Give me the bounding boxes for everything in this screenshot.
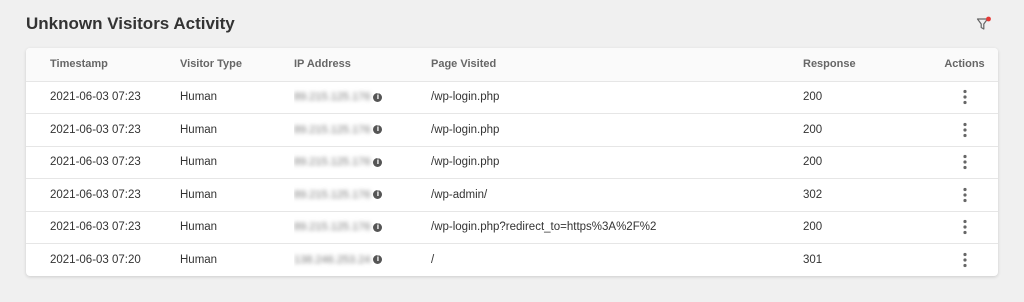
actions-cell xyxy=(931,211,998,244)
ip-address-cell: 89.215.125.176 i xyxy=(294,178,431,212)
visitor-type-cell: Human xyxy=(180,211,294,244)
more-actions-icon[interactable] xyxy=(957,153,973,171)
response-cell: 200 xyxy=(803,113,931,147)
column-header-actions: Actions xyxy=(931,48,998,82)
timestamp-cell: 2021-06-03 07:23 xyxy=(26,146,180,179)
timestamp-cell: 2021-06-03 07:20 xyxy=(50,254,141,266)
more-actions-icon[interactable] xyxy=(957,251,973,269)
table-row: 2021-06-03 07:23 Human 89.215.125.176 i/wp-… xyxy=(26,211,998,244)
more-actions-icon[interactable] xyxy=(957,186,973,204)
response-cell: 200 xyxy=(803,211,931,244)
ip-address-cell: 89.215.125.176 i xyxy=(294,81,431,114)
response-cell: 200 xyxy=(803,146,931,179)
column-header-page-visited: Page Visited xyxy=(431,48,803,82)
table-row: 2021-06-03 07:23 Human 89.215.125.176 i/wp-… xyxy=(26,81,998,114)
info-icon[interactable]: i xyxy=(373,157,383,167)
column-header-visitor-type: Visitor Type xyxy=(180,48,294,82)
page-visited-cell: /wp-login.php xyxy=(431,146,803,179)
ip-address-cell: 89.215.125.176 i xyxy=(294,146,431,179)
visitors-table-card: Timestamp Visitor Type IP Address Page V… xyxy=(26,48,998,276)
ip-address-value: 89.215.125.176 xyxy=(294,91,371,104)
column-header-response: Response xyxy=(803,48,931,82)
table-row: 2021-06-03 07:23 Human 89.215.125.176 i/wp-… xyxy=(26,178,998,212)
page-visited-cell: /wp-admin/ xyxy=(431,178,803,212)
timestamp-cell: 2021-06-03 07:23 xyxy=(26,113,180,147)
ip-address-cell: 89.215.125.176 i xyxy=(294,113,431,147)
actions-cell xyxy=(931,81,998,114)
timestamp-cell: 2021-06-03 07:23 xyxy=(26,178,180,212)
ip-address-value: 89.215.125.176 xyxy=(294,123,371,136)
ip-address-value: 89.215.125.176 xyxy=(294,156,371,169)
more-actions-icon[interactable] xyxy=(957,88,973,106)
timestamp-cell: 2021-06-03 07:23 xyxy=(26,211,180,244)
filter-icon[interactable] xyxy=(976,16,992,32)
column-header-timestamp: Timestamp xyxy=(26,48,180,82)
ip-address-cell: 89.215.125.176 i xyxy=(294,211,431,244)
table-row: 2021-06-03 07:23 Human 89.215.125.176 i/wp-… xyxy=(26,146,998,179)
actions-cell xyxy=(931,113,998,147)
response-cell: 301 xyxy=(803,254,823,266)
ip-address-value: 89.215.125.176 xyxy=(294,188,371,201)
info-icon[interactable]: i xyxy=(373,125,383,135)
ip-address-value: 89.215.125.176 xyxy=(294,221,371,234)
response-cell: 302 xyxy=(803,178,931,212)
page-visited-cell: /wp-login.php xyxy=(431,113,803,147)
ip-address-cell: 138.246.253.24 i xyxy=(294,244,431,277)
page-title: Unknown Visitors Activity xyxy=(26,14,235,33)
info-icon[interactable]: i xyxy=(373,255,383,265)
response-cell: 200 xyxy=(803,81,931,114)
visitor-type-cell: Human xyxy=(180,178,294,212)
info-icon[interactable]: i xyxy=(373,92,383,102)
visitor-type-cell: Human xyxy=(180,254,218,266)
page-visited-cell: /wp-login.php xyxy=(431,81,803,114)
actions-cell xyxy=(931,146,998,179)
actions-cell xyxy=(931,244,998,277)
info-icon[interactable]: i xyxy=(373,190,383,200)
visitors-table: Timestamp Visitor Type IP Address Page V… xyxy=(26,48,998,276)
visitor-type-cell: Human xyxy=(180,81,294,114)
timestamp-cell: 2021-06-03 07:23 xyxy=(26,81,180,114)
column-header-ip-address: IP Address xyxy=(294,48,431,82)
ip-address-value: 138.246.253.24 xyxy=(294,253,371,266)
info-icon[interactable]: i xyxy=(373,222,383,232)
visitor-type-cell: Human xyxy=(180,113,294,147)
more-actions-icon[interactable] xyxy=(957,121,973,139)
page-visited-cell: / xyxy=(431,254,435,266)
actions-cell xyxy=(931,178,998,212)
page-header: Unknown Visitors Activity xyxy=(26,12,998,38)
page-visited-cell: /wp-login.php?redirect_to=https%3A%2F%2 xyxy=(431,211,803,244)
more-actions-icon[interactable] xyxy=(957,218,973,236)
table-row: 2021-06-03 07:23 Human 89.215.125.176 i/wp-… xyxy=(26,113,998,147)
table-header-row: Timestamp Visitor Type IP Address Page V… xyxy=(26,48,998,82)
table-row: 2021-06-03 07:20 Human 138.246.253.24 i/301 xyxy=(26,244,998,277)
visitor-type-cell: Human xyxy=(180,146,294,179)
